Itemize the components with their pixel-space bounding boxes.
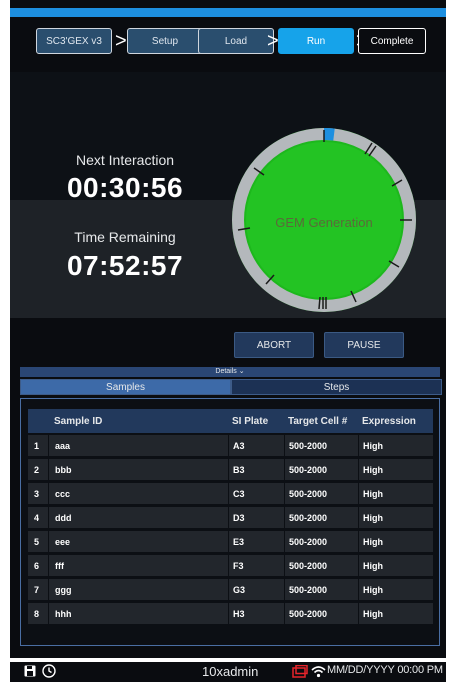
sample-id-cell: ggg bbox=[48, 579, 228, 600]
pause-button[interactable]: PAUSE bbox=[324, 332, 404, 358]
si-plate-cell: H3 bbox=[228, 603, 284, 624]
table-row[interactable]: 8 hhh H3 500-2000 High bbox=[28, 603, 433, 625]
sample-id-cell: eee bbox=[48, 531, 228, 552]
sample-id-cell: bbb bbox=[48, 459, 228, 480]
chevron-right-icon: > bbox=[115, 30, 127, 52]
table-row[interactable]: 6 fff F3 500-2000 High bbox=[28, 555, 433, 577]
expression-cell: High bbox=[358, 435, 433, 456]
expression-cell: High bbox=[358, 531, 433, 552]
wifi-icon bbox=[311, 665, 326, 681]
step-load[interactable]: Load bbox=[198, 28, 274, 54]
tab-steps[interactable]: Steps bbox=[231, 379, 442, 395]
step-assay[interactable]: SC3'GEX v3 bbox=[36, 28, 112, 54]
col-header-expression: Expression bbox=[362, 415, 416, 427]
si-plate-cell: C3 bbox=[228, 483, 284, 504]
workflow-stepper: SC3'GEX v3 > Setup > Load > Run > Comple… bbox=[10, 28, 446, 58]
sample-id-cell: ccc bbox=[48, 483, 228, 504]
table-row[interactable]: 3 ccc C3 500-2000 High bbox=[28, 483, 433, 505]
si-plate-cell: A3 bbox=[228, 435, 284, 456]
sample-id-cell: hhh bbox=[48, 603, 228, 624]
row-index: 7 bbox=[34, 584, 40, 595]
row-index: 3 bbox=[34, 488, 40, 499]
row-index: 8 bbox=[34, 608, 40, 619]
time-remaining-time: 07:52:57 bbox=[66, 250, 184, 281]
step-progress-ring: GEM Generation bbox=[232, 128, 416, 312]
col-header-si-plate: SI Plate bbox=[232, 415, 269, 427]
target-cell-cell: 500-2000 bbox=[284, 435, 358, 456]
target-cell-cell: 500-2000 bbox=[284, 603, 358, 624]
table-row[interactable]: 1 aaa A3 500-2000 High bbox=[28, 435, 433, 457]
instrument-screen: SC3'GEX v3 > Setup > Load > Run > Comple… bbox=[10, 0, 446, 658]
si-plate-cell: B3 bbox=[228, 459, 284, 480]
si-plate-cell: E3 bbox=[228, 531, 284, 552]
ring-label: GEM Generation bbox=[275, 215, 373, 230]
target-cell-cell: 500-2000 bbox=[284, 459, 358, 480]
si-plate-cell: F3 bbox=[228, 555, 284, 576]
details-toggle[interactable]: Details ⌄ bbox=[20, 367, 440, 377]
row-index: 1 bbox=[34, 440, 40, 451]
target-cell-cell: 500-2000 bbox=[284, 531, 358, 552]
step-complete[interactable]: Complete bbox=[358, 28, 426, 54]
expression-cell: High bbox=[358, 459, 433, 480]
expression-cell: High bbox=[358, 483, 433, 504]
status-bar: 10xadmin MM/DD/YYYY 00:00 PM bbox=[10, 662, 446, 682]
expression-cell: High bbox=[358, 603, 433, 624]
sample-id-cell: ddd bbox=[48, 507, 228, 528]
expression-cell: High bbox=[358, 579, 433, 600]
top-accent-bar bbox=[10, 8, 446, 17]
row-index: 4 bbox=[34, 512, 40, 523]
sample-id-cell: aaa bbox=[48, 435, 228, 456]
si-plate-cell: G3 bbox=[228, 579, 284, 600]
target-cell-cell: 500-2000 bbox=[284, 483, 358, 504]
time-remaining-label: Time Remaining bbox=[74, 229, 176, 245]
expression-cell: High bbox=[358, 507, 433, 528]
next-interaction-time: 00:30:56 bbox=[66, 172, 184, 203]
expression-cell: High bbox=[358, 555, 433, 576]
col-header-target-cell: Target Cell # bbox=[288, 415, 348, 427]
battery-icon bbox=[292, 664, 308, 681]
target-cell-cell: 500-2000 bbox=[284, 579, 358, 600]
table-row[interactable]: 7 ggg G3 500-2000 High bbox=[28, 579, 433, 601]
samples-table: Sample ID SI Plate Target Cell # Express… bbox=[20, 398, 440, 646]
table-row[interactable]: 5 eee E3 500-2000 High bbox=[28, 531, 433, 553]
row-index: 6 bbox=[34, 560, 40, 571]
date-time: MM/DD/YYYY 00:00 PM bbox=[327, 664, 443, 676]
target-cell-cell: 500-2000 bbox=[284, 507, 358, 528]
step-setup[interactable]: Setup bbox=[127, 28, 203, 54]
row-index: 2 bbox=[34, 464, 40, 475]
row-index: 5 bbox=[34, 536, 40, 547]
next-interaction-label: Next Interaction bbox=[75, 152, 175, 168]
step-run[interactable]: Run bbox=[278, 28, 354, 54]
abort-button[interactable]: ABORT bbox=[234, 332, 314, 358]
ring-progress-arc bbox=[323, 128, 335, 141]
table-row[interactable]: 2 bbb B3 500-2000 High bbox=[28, 459, 433, 481]
save-icon[interactable] bbox=[24, 665, 36, 680]
table-header: Sample ID SI Plate Target Cell # Express… bbox=[28, 409, 433, 433]
table-row[interactable]: 4 ddd D3 500-2000 High bbox=[28, 507, 433, 529]
target-cell-cell: 500-2000 bbox=[284, 555, 358, 576]
user-name: 10xadmin bbox=[202, 664, 259, 679]
chevron-right-icon: > bbox=[267, 30, 279, 52]
si-plate-cell: D3 bbox=[228, 507, 284, 528]
sample-id-cell: fff bbox=[48, 555, 228, 576]
clock-icon[interactable] bbox=[42, 664, 56, 681]
tab-samples[interactable]: Samples bbox=[20, 379, 231, 395]
col-header-sample-id: Sample ID bbox=[54, 415, 103, 427]
